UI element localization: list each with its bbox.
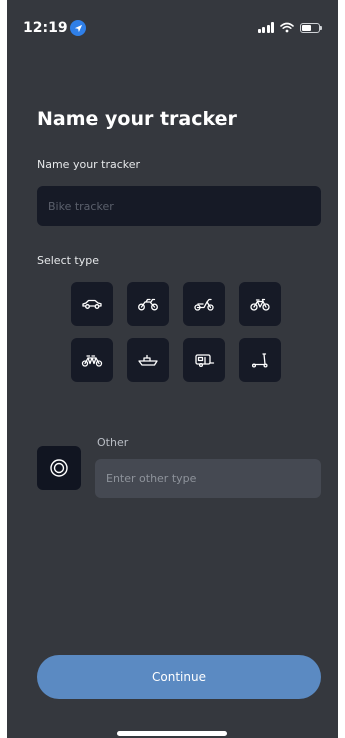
app-screen: 12:19 Name your tracker Name your tracke… <box>7 0 338 738</box>
status-indicators <box>257 22 322 33</box>
tracker-name-input[interactable] <box>37 186 321 226</box>
battery-icon <box>300 22 322 33</box>
tracker-name-label: Name your tracker <box>37 158 141 171</box>
other-type-input[interactable] <box>95 459 321 498</box>
home-indicator <box>117 731 227 736</box>
type-grid <box>71 282 281 382</box>
type-kick-scooter-button[interactable] <box>239 338 281 382</box>
type-motorcycle-button[interactable] <box>127 282 169 326</box>
select-type-label: Select type <box>37 254 100 267</box>
status-bar: 12:19 <box>7 0 338 54</box>
caravan-icon <box>195 354 215 368</box>
kick-scooter-icon <box>251 353 268 368</box>
type-scooter-button[interactable] <box>183 282 225 326</box>
type-boat-button[interactable] <box>127 338 169 382</box>
other-type-button[interactable] <box>37 446 81 490</box>
wifi-icon <box>280 22 294 33</box>
status-time: 12:19 <box>23 20 68 36</box>
target-circle-icon <box>50 459 68 477</box>
tandem-bicycle-icon <box>81 355 103 367</box>
boat-icon <box>138 354 158 366</box>
other-type-label: Other <box>97 436 129 449</box>
type-tandem-button[interactable] <box>71 338 113 382</box>
bicycle-icon <box>250 298 270 311</box>
location-arrow-icon <box>70 20 86 36</box>
type-car-button[interactable] <box>71 282 113 326</box>
page-title: Name your tracker <box>37 108 237 130</box>
type-bicycle-button[interactable] <box>239 282 281 326</box>
cellular-signal-icon <box>257 22 274 33</box>
motorcycle-icon <box>138 298 158 311</box>
car-icon <box>82 299 102 309</box>
type-caravan-button[interactable] <box>183 338 225 382</box>
continue-button[interactable]: Continue <box>37 655 321 699</box>
scooter-moped-icon <box>194 298 214 311</box>
